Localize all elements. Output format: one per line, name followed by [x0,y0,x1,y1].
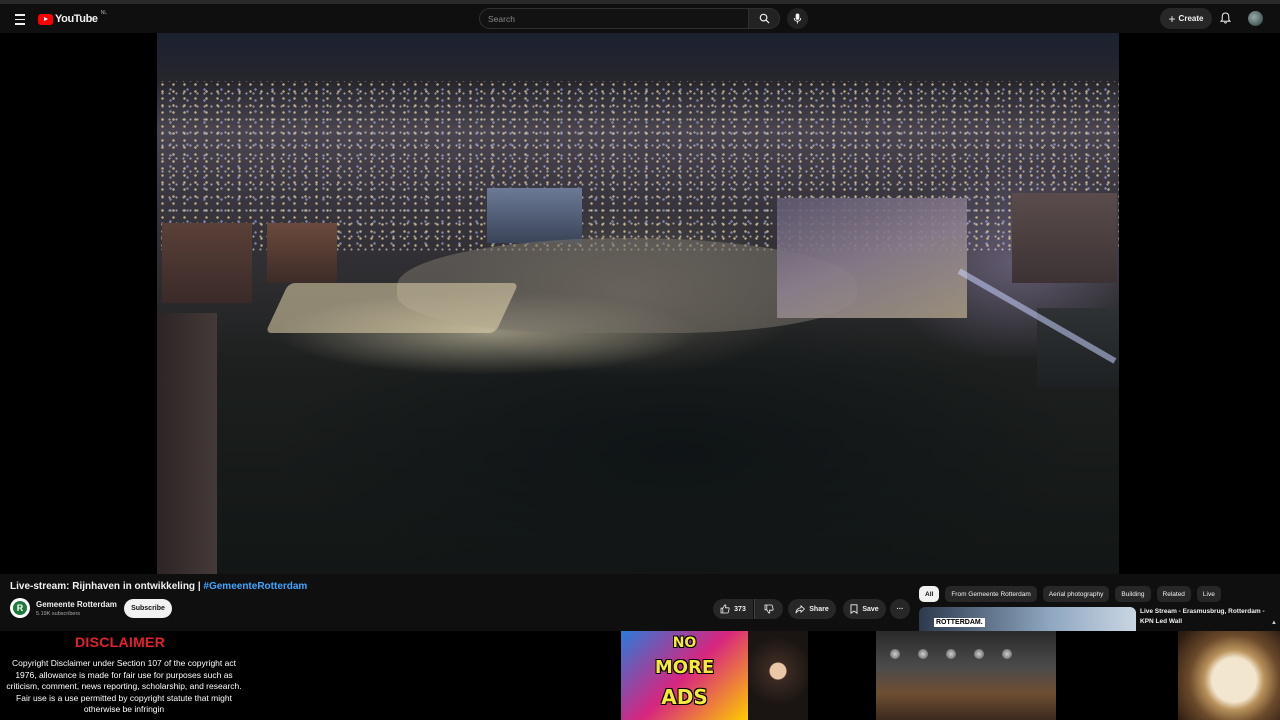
like-count: 373 [734,605,746,613]
youtube-play-icon [38,13,53,25]
thumbnail-label: ROTTERDAM. [934,618,985,627]
video-frame[interactable] [157,33,1119,574]
video-player[interactable] [0,33,1280,574]
recommended-video-thumbnail[interactable]: ROTTERDAM. [919,607,1136,631]
chip-all[interactable]: All [919,586,940,602]
video-title-text: Live-stream: Rijnhaven in ontwikkeling | [10,581,204,592]
account-avatar[interactable] [1248,11,1263,26]
mic-icon [793,13,802,24]
foreground-tower [157,313,217,574]
knob-shape [918,649,928,659]
menu-icon[interactable] [10,10,30,30]
bell-icon [1219,12,1231,24]
scroll-down-icon[interactable]: ▲ [1271,620,1277,626]
channel-name[interactable]: Gemeente Rotterdam [36,600,117,609]
building [162,223,252,303]
plus-icon: + [1168,11,1176,26]
search-box [479,8,749,29]
save-button[interactable]: Save [843,599,886,619]
building [1012,193,1117,283]
more-actions-button[interactable]: ··· [890,599,910,619]
channel-logo-icon: R [13,601,27,615]
search-input[interactable] [480,9,748,29]
disclaimer-title: DISCLAIMER [75,634,166,650]
recommended-video-title[interactable]: Live Stream - Erasmusbrug, Rotterdam - K… [1140,607,1270,627]
filter-chips: All From Gemeente Rotterdam Aerial photo… [919,586,1221,602]
amplifier-image [876,631,1056,720]
graffiti-line: MORE [654,657,715,678]
share-icon [795,604,806,613]
search-icon [759,13,770,24]
youtube-logo[interactable]: YouTube NL [38,10,108,27]
logo-text: YouTube [55,13,98,25]
overlay-strip: DISCLAIMER Copyright Disclaimer under Se… [0,631,1280,720]
save-label: Save [862,605,879,613]
share-label: Share [809,605,829,613]
channel-avatar[interactable]: R [10,598,30,618]
chip-aerial-photography[interactable]: Aerial photography [1042,586,1110,602]
hashtag-link[interactable]: #GemeenteRotterdam [203,581,307,592]
portrait-image [748,631,808,720]
thumbs-down-icon [764,604,774,614]
knob-shape [890,649,900,659]
graffiti-line: NO [672,635,697,651]
lit-plaza [265,283,519,333]
voice-search-button[interactable] [787,8,808,29]
chip-related[interactable]: Related [1156,586,1191,602]
chip-from-channel[interactable]: From Gemeente Rotterdam [945,586,1037,602]
bookmark-icon [850,604,858,614]
knob-shape [1002,649,1012,659]
create-label: Create [1178,14,1204,23]
building [267,223,337,283]
chip-live[interactable]: Live [1196,586,1221,602]
building [487,188,582,243]
more-icon: ··· [896,605,904,613]
dislike-button[interactable] [754,599,783,619]
disclaimer-text: Copyright Disclaimer under Section 107 o… [6,658,242,714]
thumbs-up-icon [720,604,730,614]
subscribe-button[interactable]: Subscribe [124,599,172,618]
top-bar: YouTube NL + Create [0,0,1280,36]
food-image [1178,631,1280,720]
no-more-ads-graffiti: NO MORE ADS [621,631,748,720]
search-button[interactable] [748,8,780,29]
video-title: Live-stream: Rijnhaven in ontwikkeling |… [10,581,307,592]
subscriber-count: 5.19K subscribers [36,611,81,617]
chip-building[interactable]: Building [1115,586,1151,602]
share-button[interactable]: Share [788,599,836,619]
create-button[interactable]: + Create [1160,8,1212,29]
knob-shape [946,649,956,659]
like-button[interactable]: 373 [713,599,753,619]
notifications-button[interactable] [1217,10,1233,26]
knob-shape [974,649,984,659]
logo-region: NL [100,10,108,16]
pixelated-building [777,198,967,318]
graffiti-line: ADS [661,685,708,709]
